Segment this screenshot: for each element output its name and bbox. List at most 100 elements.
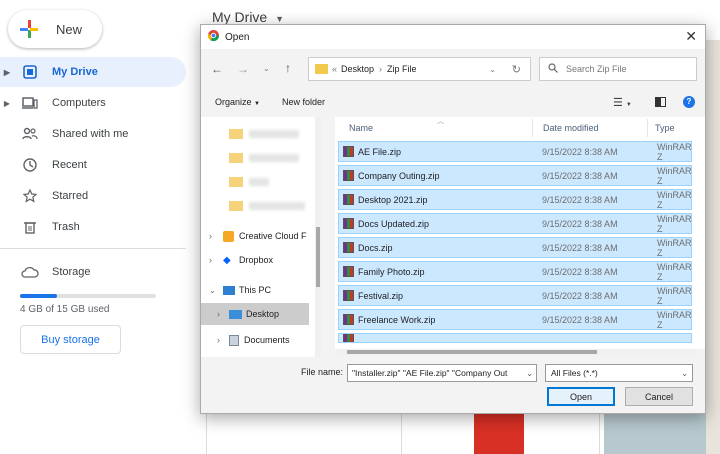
- file-date: 9/15/2022 8:38 AM: [542, 290, 618, 301]
- page-title[interactable]: My Drive ▼: [212, 9, 284, 25]
- refresh-icon[interactable]: ↻: [512, 63, 521, 76]
- cancel-button[interactable]: Cancel: [625, 387, 693, 406]
- back-arrow-icon[interactable]: ←: [211, 62, 223, 76]
- column-header-name[interactable]: Name: [349, 123, 373, 133]
- nav-folder-blurred[interactable]: [201, 171, 315, 193]
- chevron-right-icon[interactable]: ▶: [0, 99, 14, 108]
- file-type-select[interactable]: All Files (*.*) ⌄: [545, 364, 693, 382]
- computer-icon: [223, 285, 235, 295]
- chevron-right-icon: ›: [209, 255, 212, 265]
- nav-trash[interactable]: Trash: [0, 212, 186, 242]
- file-type-value: All Files (*.*): [551, 368, 598, 378]
- file-name: AE File.zip: [358, 146, 402, 157]
- chevron-down-icon[interactable]: ⌄: [489, 65, 496, 74]
- dialog-title: Open: [225, 31, 250, 43]
- navigation-pane: › Creative Cloud F › ◆ Dropbox ⌄ This PC…: [201, 117, 315, 357]
- file-date: 9/15/2022 8:38 AM: [542, 194, 618, 205]
- chevron-down-icon: ▼: [275, 14, 285, 24]
- file-name: Festival.zip: [358, 290, 404, 301]
- storage-progress-bar: [20, 294, 156, 298]
- horizontal-scrollbar[interactable]: [337, 349, 697, 355]
- winrar-zip-icon: [343, 218, 354, 229]
- chevron-down-icon[interactable]: ⌄: [526, 369, 533, 378]
- file-name-label: File name:: [301, 367, 344, 377]
- search-input[interactable]: Search Zip File: [539, 57, 697, 81]
- forward-arrow-icon[interactable]: →: [237, 62, 249, 76]
- preview-pane-icon[interactable]: [655, 97, 666, 107]
- file-type: WinRAR Z: [657, 261, 692, 282]
- winrar-zip-icon: [343, 266, 354, 277]
- file-row[interactable]: Docs.zip 9/15/2022 8:38 AM WinRAR Z: [338, 237, 692, 258]
- file-type: WinRAR Z: [657, 285, 692, 306]
- cloud-icon: [20, 262, 40, 282]
- file-name: Docs.zip: [358, 242, 393, 253]
- file-row-partial[interactable]: [338, 333, 692, 343]
- help-icon[interactable]: ?: [683, 96, 695, 108]
- plus-icon: [20, 20, 38, 38]
- nav-recent[interactable]: Recent: [0, 150, 186, 180]
- winrar-zip-icon: [343, 146, 354, 157]
- nav-this-pc[interactable]: ⌄ This PC: [201, 279, 315, 301]
- organize-label: Organize: [215, 97, 252, 107]
- breadcrumb-zip-file[interactable]: Zip File: [387, 64, 417, 74]
- nav-desktop[interactable]: › Desktop: [201, 303, 309, 325]
- file-row[interactable]: Festival.zip 9/15/2022 8:38 AM WinRAR Z: [338, 285, 692, 306]
- file-name-input[interactable]: "Installer.zip" "AE File.zip" "Company O…: [347, 364, 537, 382]
- sort-up-icon: ︿: [437, 118, 444, 125]
- open-file-dialog: Open ✕ ← → ⌄ ↑ « Desktop › Zip File ⌄ ↻ …: [200, 24, 706, 414]
- up-arrow-icon[interactable]: ↑: [285, 61, 291, 75]
- nav-row-label: Desktop: [246, 309, 280, 319]
- winrar-zip-icon: [343, 334, 354, 342]
- file-row[interactable]: Docs Updated.zip 9/15/2022 8:38 AM WinRAR …: [338, 213, 692, 234]
- nav-folder-blurred[interactable]: [201, 147, 315, 169]
- organize-menu[interactable]: Organize ▼: [215, 97, 260, 107]
- file-row[interactable]: Desktop 2021.zip 9/15/2022 8:38 AM WinRAR …: [338, 189, 692, 210]
- nav-starred[interactable]: Starred: [0, 181, 186, 211]
- file-type: WinRAR Z: [657, 189, 692, 210]
- chevron-down-icon: ⌄: [209, 285, 216, 295]
- nav-documents[interactable]: › Documents: [201, 329, 315, 351]
- nav-dropbox[interactable]: › ◆ Dropbox: [201, 249, 315, 271]
- file-row[interactable]: Family Photo.zip 9/15/2022 8:38 AM WinRAR …: [338, 261, 692, 282]
- chevron-right-icon: ›: [379, 64, 383, 74]
- column-header-date[interactable]: Date modified: [543, 123, 599, 133]
- navigation-scrollbar[interactable]: [315, 117, 321, 357]
- file-row[interactable]: AE File.zip 9/15/2022 8:38 AM WinRAR Z: [338, 141, 692, 162]
- open-button[interactable]: Open: [547, 387, 615, 406]
- winrar-zip-icon: [343, 242, 354, 253]
- file-thumbnail: [706, 40, 720, 454]
- file-thumbnail: [604, 414, 706, 454]
- nav-folder-blurred[interactable]: [201, 195, 315, 217]
- new-folder-button[interactable]: New folder: [282, 97, 325, 107]
- folder-icon: [315, 64, 328, 74]
- nav-creative-cloud[interactable]: › Creative Cloud F: [201, 225, 315, 247]
- column-header-type[interactable]: Type: [655, 123, 675, 133]
- nav-shared-with-me[interactable]: Shared with me: [0, 119, 186, 149]
- nav-computers[interactable]: ▶ Computers: [0, 88, 186, 118]
- buy-storage-button[interactable]: Buy storage: [20, 325, 121, 354]
- file-row[interactable]: Company Outing.zip 9/15/2022 8:38 AM WinRA…: [338, 165, 692, 186]
- nav-storage[interactable]: Storage: [0, 257, 186, 287]
- chevron-right-icon[interactable]: ▶: [0, 68, 14, 77]
- close-icon[interactable]: ✕: [685, 28, 697, 45]
- address-bar[interactable]: « Desktop › Zip File ⌄ ↻: [308, 57, 531, 81]
- nav-folder-blurred[interactable]: [201, 123, 315, 145]
- file-row[interactable]: Freelance Work.zip 9/15/2022 8:38 AM WinRA…: [338, 309, 692, 330]
- file-type: WinRAR Z: [657, 165, 692, 186]
- search-placeholder: Search Zip File: [566, 64, 627, 74]
- nav-my-drive[interactable]: ▶ My Drive: [0, 57, 186, 87]
- view-options-icon[interactable]: ☰ ▼: [613, 96, 632, 109]
- file-list: ︿ Name Date modified Type AE File.zip 9/1…: [335, 117, 705, 349]
- drive-icon: [20, 62, 40, 82]
- page-title-text: My Drive: [212, 9, 268, 25]
- chevron-right-icon: ›: [217, 309, 220, 319]
- nav-label: Computers: [52, 97, 106, 109]
- chevron-right-icon: ›: [209, 231, 212, 241]
- file-type: WinRAR Z: [657, 141, 692, 162]
- new-button[interactable]: New: [8, 10, 102, 48]
- nav-row-label: Creative Cloud F: [239, 231, 307, 241]
- file-type-icon: [474, 414, 524, 454]
- breadcrumb-desktop[interactable]: Desktop: [341, 64, 374, 74]
- chevron-down-icon[interactable]: ⌄: [263, 64, 270, 73]
- file-date: 9/15/2022 8:38 AM: [542, 314, 618, 325]
